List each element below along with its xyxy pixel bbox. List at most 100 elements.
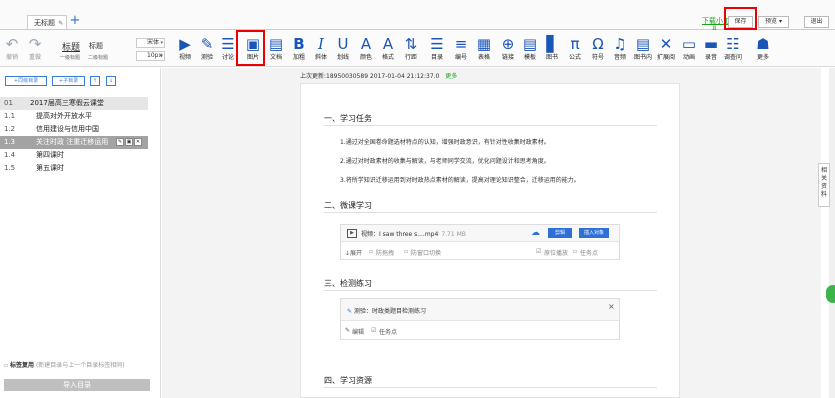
expand-toggle[interactable]: ↓展开 — [345, 248, 362, 257]
discuss-icon: ☰ — [221, 35, 235, 53]
floating-help-icon[interactable] — [826, 285, 835, 303]
checkbox-icon[interactable]: ▫ — [404, 248, 408, 255]
toolbar-animation-button[interactable]: ▭ 动画 — [679, 34, 699, 62]
add-sibling-button[interactable]: +同级目录 — [5, 76, 47, 86]
toolbar-survey-button[interactable]: ☷ 调查问 — [723, 34, 743, 62]
anti-drag-option[interactable]: 防拖拽 — [376, 248, 394, 257]
tab-label: 无标题 — [34, 19, 55, 27]
toolbar-format-button[interactable]: A 格式 — [378, 34, 398, 62]
task-item[interactable]: 3.将所学知识迁移运用到对时政热点素材的解读，提高对理论知识整合，迁移运用的能力… — [340, 175, 580, 184]
quiz-edit-link[interactable]: 编辑 — [352, 327, 364, 336]
tab-untitled[interactable]: 无标题 ✎ — [27, 15, 67, 30]
checkbox-checked-icon[interactable]: ☑ — [371, 327, 376, 334]
audio-icon: ♫ — [613, 35, 627, 53]
copy-icon[interactable]: ▣ — [125, 138, 133, 146]
move-down-button[interactable]: ↓ — [106, 76, 116, 86]
task-point-option[interactable]: 任务点 — [580, 248, 598, 257]
toolbar-table-button[interactable]: ▦ 表格 — [474, 34, 494, 62]
toolbar-formula-button[interactable]: π 公式 — [565, 34, 585, 62]
toolbar-label: 视频 — [178, 54, 191, 61]
toc-item[interactable]: 1.3 关注时政 注重迁移运用 ✎ ▣ ✕ — [0, 136, 148, 149]
toolbar-book-inner-button[interactable]: ▤ 图书内 — [633, 34, 653, 62]
move-up-button[interactable]: ↑ — [90, 76, 100, 86]
play-icon[interactable]: ▶ — [347, 229, 357, 238]
toolbar-document-button[interactable]: ▤ 文档 — [266, 34, 286, 62]
toc-item[interactable]: 1.5 第五课时 — [0, 162, 148, 175]
heading1-option[interactable]: 标题 — [62, 40, 80, 53]
video-filename: 视频：I saw three s....mp4 — [361, 231, 439, 238]
toolbar-discuss-button[interactable]: ☰ 讨论 — [218, 34, 238, 62]
toolbar-video-button[interactable]: ▶ 视频 — [175, 34, 195, 62]
toolbar-label: 编号 — [454, 54, 467, 61]
quiz-task-point-option[interactable]: 任务点 — [379, 327, 397, 336]
section-heading[interactable]: 四、学习资源 — [324, 375, 372, 386]
font-family-select[interactable]: 宋体 ▾ — [136, 38, 165, 48]
checkbox-icon[interactable]: ▫ — [573, 248, 577, 255]
delete-icon[interactable]: ✕ — [134, 138, 142, 146]
toolbar-extended-reading-button[interactable]: ✕ 扩展阅 — [656, 34, 676, 62]
section-heading[interactable]: 三、检测练习 — [324, 278, 372, 289]
toolbar-toc-button[interactable]: ☰ 目录 — [427, 34, 447, 62]
import-toc-button[interactable]: 导入目录 — [4, 379, 150, 391]
toc-item-label: 提高对外开放水平 — [36, 112, 92, 120]
exit-button[interactable]: 退出 — [804, 16, 829, 28]
toolbar-audio-button[interactable]: ♫ 音频 — [610, 34, 630, 62]
toolbar-label: 模板 — [523, 54, 536, 61]
add-child-button[interactable]: +子目录 — [52, 76, 85, 86]
toc-item[interactable]: 1.1 提高对外开放水平 — [0, 110, 148, 123]
toolbar-link-button[interactable]: ⊕ 链接 — [498, 34, 518, 62]
checkbox-icon[interactable]: ▫ — [4, 362, 8, 369]
toolbar-italic-button[interactable]: I 斜体 — [311, 34, 331, 62]
highlight-image — [236, 30, 265, 66]
quiz-icon: ✎ — [347, 308, 353, 315]
add-tab-button[interactable]: + — [69, 14, 81, 28]
table-icon: ▦ — [476, 35, 492, 53]
toolbar-symbol-button[interactable]: Ω 符号 — [588, 34, 608, 62]
original-speed-option[interactable]: 原位播放 — [544, 248, 568, 257]
tag-reuse-option[interactable]: ▫ 标签复用 (新建目录与上一个目录标签相同) — [4, 362, 159, 370]
toolbar-more-button[interactable]: ☗ 更多 — [753, 34, 773, 62]
task-item[interactable]: 2.通过对时政素材的收集与解读，与老师同学交流，优化问题设计和思考角度。 — [340, 156, 550, 165]
section-heading[interactable]: 二、微课学习 — [324, 200, 372, 211]
toc-item-label: 关注时政 注重迁移运用 — [36, 138, 109, 146]
toc-item[interactable]: 01 2017届高三寒假云课堂 — [0, 97, 148, 110]
anti-window-switch-option[interactable]: 防窗口切换 — [411, 248, 441, 257]
toolbar-underline-button[interactable]: U 划线 — [333, 34, 353, 62]
font-size-select[interactable]: 10px ▾ — [136, 51, 165, 61]
edit-video-button[interactable]: 剪辑 — [548, 228, 572, 238]
quiz-card[interactable]: ✎ 测验：时政类题目检测练习 × ✎ 编辑 ☑ 任务点 — [340, 298, 620, 340]
divider — [324, 387, 657, 388]
pencil-icon[interactable]: ✎ — [58, 20, 63, 27]
toolbar-record-button[interactable]: ▬ 录音 — [701, 34, 721, 62]
pencil-icon[interactable]: ✎ — [345, 327, 350, 334]
toolbar-line-spacing-button[interactable]: ⇅ 行距 — [401, 34, 421, 62]
insert-object-button[interactable]: 插入对象 — [579, 228, 609, 238]
toc-item[interactable]: 1.4 第四课时 — [0, 149, 148, 162]
close-icon[interactable]: × — [608, 302, 615, 311]
heading2-option[interactable]: 标题 — [89, 41, 103, 51]
preview-button[interactable]: 预览 ▾ — [758, 16, 789, 28]
related-materials-tab[interactable]: 相关资料 — [818, 163, 830, 207]
cloud-icon[interactable]: ☁ — [531, 228, 540, 238]
divider — [324, 212, 657, 213]
toolbar-quiz-button[interactable]: ✎ 测验 — [197, 34, 217, 62]
task-item[interactable]: 1.通过对全国卷命题选材特点的认知，增强时政意识，有针对性收集时政素材。 — [340, 137, 550, 146]
toolbar-numbering-button[interactable]: ≡ 编号 — [451, 34, 471, 62]
scrollbar[interactable] — [829, 68, 835, 398]
toolbar-template-button[interactable]: ▤ 模板 — [520, 34, 540, 62]
video-card[interactable]: ▶ 视频：I saw three s....mp4 7.71 MB ☁ 剪辑 插入… — [340, 224, 620, 260]
redo-button[interactable]: ↷ 重做 — [27, 34, 43, 62]
more-link[interactable]: 更多 — [445, 73, 457, 80]
edit-icon[interactable]: ✎ — [116, 138, 124, 146]
toc-item[interactable]: 1.2 信用建设与信用中国 — [0, 123, 148, 136]
toolbar-book-button[interactable]: ▋ 图书 — [542, 34, 562, 62]
checkbox-icon[interactable]: ▫ — [369, 248, 373, 255]
section-heading[interactable]: 一、学习任务 — [324, 113, 372, 124]
toolbar-bold-button[interactable]: B 加粗 — [289, 34, 309, 62]
checkbox-checked-icon[interactable]: ☑ — [536, 248, 541, 255]
toolbar-color-button[interactable]: A 颜色 — [356, 34, 376, 62]
heading-selector[interactable]: 标题 标题 一级标题 二级标题 — [60, 38, 132, 63]
color-icon: A — [360, 35, 372, 53]
toolbar-label: 目录 — [430, 54, 443, 61]
undo-button[interactable]: ↶ 撤销 — [4, 34, 20, 62]
